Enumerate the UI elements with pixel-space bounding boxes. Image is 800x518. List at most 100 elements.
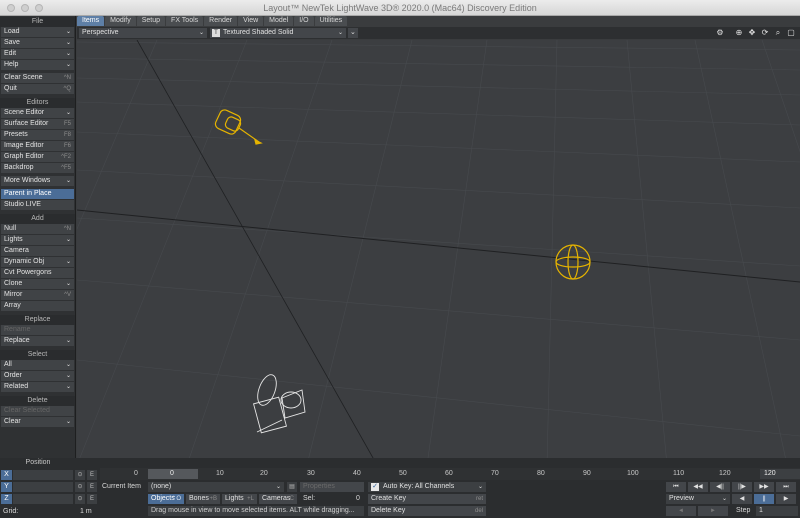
center-icon[interactable]: ⊕ [734,28,744,38]
light-item[interactable] [555,244,591,280]
add-null-button[interactable]: Null ^N [1,224,74,234]
pause-button[interactable]: || [754,494,774,504]
y-position-field[interactable] [13,482,73,492]
replace-menu[interactable]: Replace ⌄ [1,336,74,346]
step-field[interactable]: 1 [756,506,798,516]
clear-scene-button[interactable]: Clear Scene ^N [1,73,74,83]
x-envelope-button[interactable]: E [87,470,97,480]
tab-io[interactable]: I/O [294,16,314,26]
timeline-tick: 20 [260,470,268,477]
step-decrease-button[interactable]: ◄ [666,506,696,516]
replace-section-header: Replace [0,315,75,325]
mirror-button[interactable]: Mirror ^V [1,290,74,300]
load-menu[interactable]: Load ⌄ [1,27,74,37]
view-mode-select[interactable]: Perspective ⌄ [79,28,207,38]
timeline-thumb[interactable]: 0 [148,469,198,479]
tab-model[interactable]: Model [264,16,294,26]
tab-fx-tools[interactable]: FX Tools [166,16,204,26]
array-button[interactable]: Array [1,301,74,311]
tab-modify[interactable]: Modify [105,16,136,26]
step-increase-button[interactable]: ► [698,506,728,516]
select-related-menu[interactable]: Related ⌄ [1,382,74,392]
next-frame-button[interactable]: ||▶ [732,482,752,492]
objects-mode-button[interactable]: Objects ⌃O [148,494,184,504]
scene-editor-menu[interactable]: Scene Editor ⌄ [1,108,74,118]
maximize-view-icon[interactable]: ▢ [786,28,796,38]
auto-key-checkbox[interactable]: ✓ [371,483,379,491]
end-frame-field[interactable]: 120 [760,469,800,479]
help-menu[interactable]: Help ⌄ [1,60,74,70]
gear-icon[interactable]: ⚙ [715,28,725,38]
dynamic-obj-menu[interactable]: Dynamic Obj ⌄ [1,257,74,267]
more-windows-menu[interactable]: More Windows ⌄ [1,176,74,186]
z-envelope-button[interactable]: E [87,494,97,504]
viewport-canvas[interactable] [77,40,800,465]
rename-button[interactable]: Rename [1,325,74,335]
graph-editor-button[interactable]: Graph Editor ^F2 [1,152,74,162]
studio-live-button[interactable]: Studio LIVE [1,200,74,210]
quit-button[interactable]: Quit ^Q [1,84,74,94]
tab-utilities[interactable]: Utilities [314,16,348,26]
add-lights-menu[interactable]: Lights ⌄ [1,235,74,245]
window-title: Layout™ NewTek LightWave 3D® 2020.0 (Mac… [263,3,537,13]
previous-frame-button[interactable]: ◀|| [710,482,730,492]
tab-setup[interactable]: Setup [136,16,166,26]
timeline-slider[interactable]: 0 0 10 20 30 40 50 60 70 80 90 100 110 1… [100,468,800,480]
backdrop-button[interactable]: Backdrop ^F5 [1,163,74,173]
editors-section-header: Editors [0,98,75,108]
play-reverse-button[interactable]: ◀ [732,494,752,504]
z-lock-icon[interactable]: ⊙ [75,494,85,504]
save-menu[interactable]: Save ⌄ [1,38,74,48]
shading-options-dropdown[interactable]: ⌄ [348,28,358,38]
cameras-mode-button[interactable]: Cameras C [259,494,297,504]
last-frame-button[interactable]: ⏭ [776,482,796,492]
y-envelope-button[interactable]: E [87,482,97,492]
create-key-button[interactable]: Create Key ret [368,494,486,504]
tab-render[interactable]: Render [204,16,238,26]
play-forward-button[interactable]: ▶ [776,494,796,504]
rotate-view-icon[interactable]: ⟳ [760,28,770,38]
next-key-button[interactable]: ▶▶ [754,482,774,492]
auto-key-select[interactable]: ✓ Auto Key: All Channels ⌄ [368,482,486,492]
move-view-icon[interactable]: ✥ [747,28,757,38]
status-bar: Drag mouse in view to move selected item… [148,506,364,516]
x-lock-icon[interactable]: ⊙ [75,470,85,480]
presets-button[interactable]: Presets F8 [1,130,74,140]
y-axis-toggle[interactable]: Y [1,482,12,492]
shading-mode-select[interactable]: T Textured Shaded Solid ⌄ [210,28,346,38]
perspective-viewport[interactable] [77,40,800,465]
z-axis-toggle[interactable]: Z [1,494,12,504]
z-position-field[interactable] [13,494,73,504]
preview-select[interactable]: Preview ⌄ [666,494,730,504]
edit-menu[interactable]: Edit ⌄ [1,49,74,59]
previous-key-button[interactable]: ◀◀ [688,482,708,492]
minimize-window-button[interactable] [21,4,29,12]
parent-in-place-toggle[interactable]: Parent in Place [1,189,74,199]
properties-button[interactable]: Properties [300,482,364,492]
zoom-view-icon[interactable]: ⌕ [773,28,783,38]
lights-mode-button[interactable]: Lights +L [222,494,257,504]
close-window-button[interactable] [7,4,15,12]
add-camera-button[interactable]: Camera [1,246,74,256]
zoom-window-button[interactable] [35,4,43,12]
select-all-menu[interactable]: All ⌄ [1,360,74,370]
first-frame-button[interactable]: ⏮ [666,482,686,492]
image-editor-button[interactable]: Image Editor F6 [1,141,74,151]
item-list-icon[interactable]: ▤ [287,482,297,492]
timeline-tick: 70 [491,470,499,477]
clone-menu[interactable]: Clone ⌄ [1,279,74,289]
bones-mode-button[interactable]: Bones +B [186,494,220,504]
y-lock-icon[interactable]: ⊙ [75,482,85,492]
delete-key-button[interactable]: Delete Key del [368,506,486,516]
current-item-select[interactable]: (none) ⌄ [148,482,284,492]
tab-view[interactable]: View [238,16,264,26]
clear-menu[interactable]: Clear ⌄ [1,417,74,427]
cvt-powergons-button[interactable]: Cvt Powergons [1,268,74,278]
x-position-field[interactable] [13,470,73,480]
texture-icon: T [212,29,220,37]
tab-items[interactable]: Items [77,16,105,26]
x-axis-toggle[interactable]: X [1,470,12,480]
select-order-menu[interactable]: Order ⌄ [1,371,74,381]
clear-selected-button[interactable]: Clear Selected [1,406,74,416]
surface-editor-button[interactable]: Surface Editor F5 [1,119,74,129]
